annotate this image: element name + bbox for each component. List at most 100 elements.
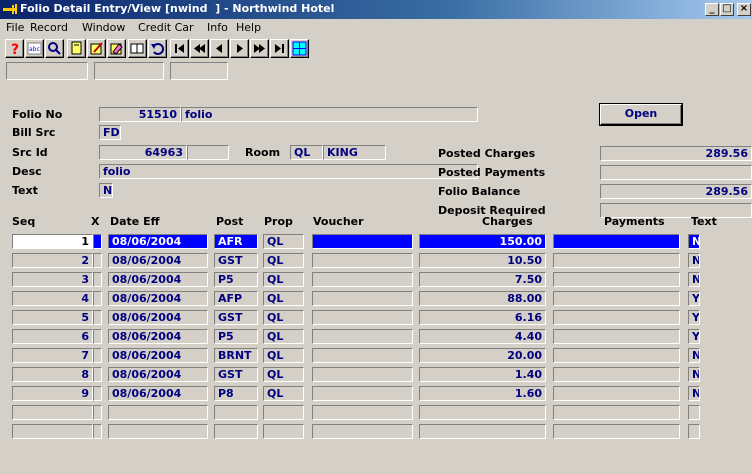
prop-cell[interactable]: QL: [263, 348, 304, 363]
seq-cell[interactable]: 9: [12, 386, 93, 401]
close-button[interactable]: ×: [737, 3, 751, 16]
text-cell[interactable]: N: [688, 348, 700, 363]
post-cell[interactable]: P5: [214, 272, 258, 287]
charges-cell[interactable]: 88.00: [419, 291, 546, 306]
payments-cell[interactable]: [553, 386, 680, 401]
menu-credit-card[interactable]: Credit Car: [138, 21, 194, 34]
x-cell[interactable]: [93, 386, 102, 401]
voucher-cell[interactable]: [312, 329, 413, 344]
prop-cell[interactable]: QL: [263, 272, 304, 287]
payments-cell[interactable]: [553, 424, 680, 439]
text-cell[interactable]: N: [688, 272, 700, 287]
date-cell[interactable]: 08/06/2004: [108, 329, 208, 344]
seq-cell[interactable]: 3: [12, 272, 93, 287]
search-icon[interactable]: [45, 39, 64, 58]
prop-cell[interactable]: [263, 405, 304, 420]
prop-cell[interactable]: QL: [263, 367, 304, 382]
next-record-icon[interactable]: [230, 39, 249, 58]
next-page-icon[interactable]: [250, 39, 269, 58]
last-record-icon[interactable]: [270, 39, 289, 58]
text-cell[interactable]: N: [688, 367, 700, 382]
payments-cell[interactable]: [553, 367, 680, 382]
text-cell[interactable]: [688, 405, 700, 420]
spellcheck-icon[interactable]: abc: [25, 39, 44, 58]
post-cell[interactable]: [214, 405, 258, 420]
charges-cell[interactable]: [419, 405, 546, 420]
prop-cell[interactable]: QL: [263, 291, 304, 306]
room-type-field[interactable]: KING: [323, 145, 386, 160]
voucher-cell[interactable]: [312, 367, 413, 382]
payments-cell[interactable]: [553, 234, 680, 249]
x-cell[interactable]: [93, 348, 102, 363]
voucher-cell[interactable]: [312, 405, 413, 420]
voucher-cell[interactable]: [312, 234, 413, 249]
text-cell[interactable]: Y: [688, 291, 700, 306]
payments-cell[interactable]: [553, 310, 680, 325]
payments-cell[interactable]: [553, 405, 680, 420]
voucher-cell[interactable]: [312, 424, 413, 439]
prop-cell[interactable]: QL: [263, 329, 304, 344]
menu-record[interactable]: Record: [30, 21, 68, 34]
prop-cell[interactable]: QL: [263, 234, 304, 249]
seq-cell[interactable]: [12, 424, 93, 439]
menu-file[interactable]: File: [6, 21, 24, 34]
date-cell[interactable]: [108, 424, 208, 439]
date-cell[interactable]: [108, 405, 208, 420]
previous-record-icon[interactable]: [210, 39, 229, 58]
charges-cell[interactable]: 1.40: [419, 367, 546, 382]
prop-cell[interactable]: [263, 424, 304, 439]
payments-cell[interactable]: [553, 291, 680, 306]
prop-cell[interactable]: QL: [263, 310, 304, 325]
src-id-extra-field[interactable]: [187, 145, 229, 160]
x-cell[interactable]: [93, 253, 102, 268]
charges-cell[interactable]: 7.50: [419, 272, 546, 287]
payments-cell[interactable]: [553, 272, 680, 287]
post-cell[interactable]: GST: [214, 367, 258, 382]
text-cell[interactable]: N: [688, 234, 700, 249]
book-icon[interactable]: [128, 39, 147, 58]
help-icon[interactable]: ?: [5, 39, 24, 58]
seq-cell[interactable]: 4: [12, 291, 93, 306]
folio-description-field[interactable]: folio: [181, 107, 478, 122]
undo-icon[interactable]: [148, 39, 167, 58]
payments-cell[interactable]: [553, 348, 680, 363]
minimize-button[interactable]: _: [705, 3, 719, 16]
charges-cell[interactable]: [419, 424, 546, 439]
date-cell[interactable]: 08/06/2004: [108, 367, 208, 382]
seq-cell[interactable]: 5: [12, 310, 93, 325]
voucher-cell[interactable]: [312, 291, 413, 306]
menu-help[interactable]: Help: [236, 21, 261, 34]
src-id-field[interactable]: 64963: [99, 145, 187, 160]
note-icon[interactable]: [67, 39, 86, 58]
x-cell[interactable]: [93, 310, 102, 325]
post-cell[interactable]: AFP: [214, 291, 258, 306]
prop-cell[interactable]: QL: [263, 386, 304, 401]
charges-cell[interactable]: 10.50: [419, 253, 546, 268]
first-record-icon[interactable]: [170, 39, 189, 58]
x-cell[interactable]: [93, 291, 102, 306]
maximize-button[interactable]: □: [720, 3, 734, 16]
post-cell[interactable]: GST: [214, 310, 258, 325]
text-cell[interactable]: Y: [688, 310, 700, 325]
text-cell[interactable]: N: [688, 386, 700, 401]
date-cell[interactable]: 08/06/2004: [108, 272, 208, 287]
x-cell[interactable]: [93, 272, 102, 287]
voucher-cell[interactable]: [312, 348, 413, 363]
seq-cell[interactable]: 2: [12, 253, 93, 268]
charges-cell[interactable]: 6.16: [419, 310, 546, 325]
previous-page-icon[interactable]: [190, 39, 209, 58]
seq-cell[interactable]: 8: [12, 367, 93, 382]
date-cell[interactable]: 08/06/2004: [108, 234, 208, 249]
menu-window[interactable]: Window: [82, 21, 125, 34]
room-prop-field[interactable]: QL: [290, 145, 323, 160]
folio-no-field[interactable]: 51510: [99, 107, 181, 122]
voucher-cell[interactable]: [312, 253, 413, 268]
date-cell[interactable]: 08/06/2004: [108, 291, 208, 306]
post-cell[interactable]: [214, 424, 258, 439]
x-cell[interactable]: [93, 405, 102, 420]
post-cell[interactable]: BRNT: [214, 348, 258, 363]
post-cell[interactable]: P8: [214, 386, 258, 401]
eraser-icon[interactable]: [107, 39, 126, 58]
voucher-cell[interactable]: [312, 310, 413, 325]
x-cell[interactable]: [93, 367, 102, 382]
